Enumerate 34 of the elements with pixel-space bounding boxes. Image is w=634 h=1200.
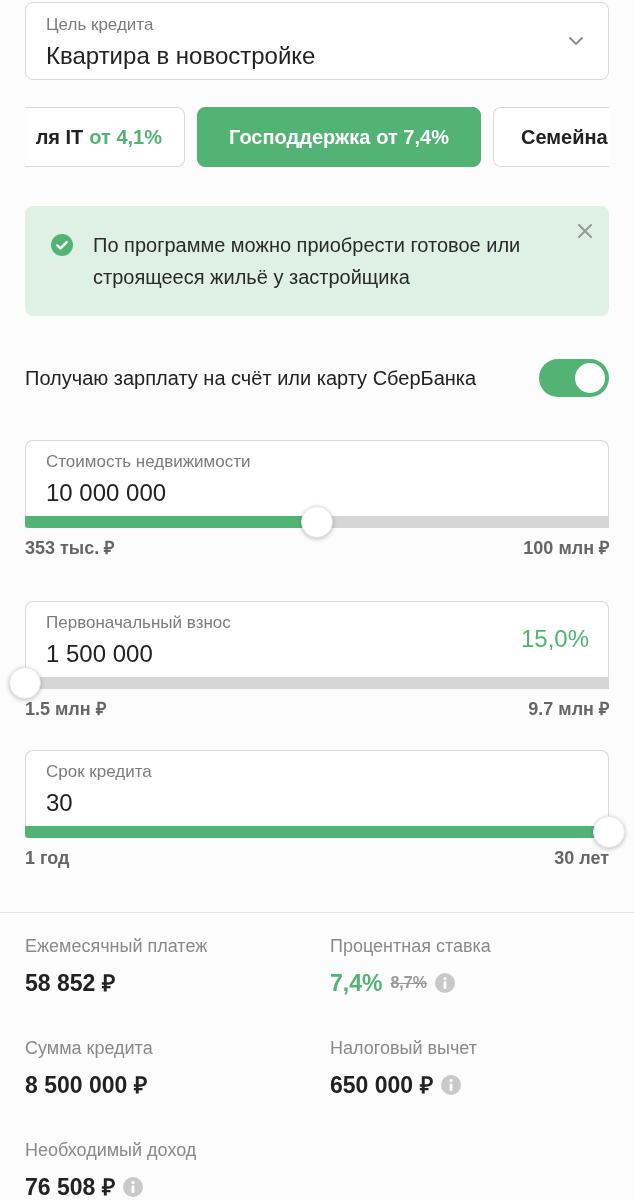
old-rate-value: 8,7%: [390, 973, 427, 993]
amount-field[interactable]: Стоимость недвижимости 10 000 000: [25, 440, 609, 506]
amount-field[interactable]: Срок кредита 30: [25, 750, 609, 816]
result-label: Налоговый вычет: [330, 1037, 478, 1060]
result-label: Ежемесячный платеж: [25, 935, 209, 958]
amount-field[interactable]: Первоначальный взнос 1 500 000 15,0%: [25, 601, 609, 667]
result-label: Сумма кредита: [25, 1037, 154, 1060]
result-value: 650 000 ₽: [330, 1071, 433, 1100]
result-value: 8 500 000 ₽: [25, 1071, 147, 1100]
toggle-switch[interactable]: [539, 359, 609, 397]
info-icon[interactable]: [434, 973, 455, 993]
result-label: Необходимый доход: [25, 1139, 198, 1162]
info-icon[interactable]: [122, 1177, 143, 1197]
range-min-label: 1 год: [25, 848, 70, 868]
range-max-label: 30 лет: [554, 848, 609, 868]
result-value: 7,4%: [330, 969, 383, 998]
slider-thumb[interactable]: [593, 816, 625, 848]
result-label: Процентная ставка: [330, 935, 492, 958]
result-value: 76 508 ₽: [25, 1173, 115, 1200]
result-value: 58 852 ₽: [25, 969, 115, 998]
info-icon[interactable]: [440, 1075, 461, 1095]
check-circle-icon: [51, 234, 73, 256]
program-tab[interactable]: ля IT от 4,1%: [25, 107, 185, 167]
notice-text: По программе можно приобрести готовое или строящееся жильё у застройщика: [93, 233, 522, 290]
purpose-select[interactable]: Цель кредита Квартира в новостройке: [25, 2, 609, 80]
range-max-label: 100 млн ₽: [523, 538, 609, 558]
range-min-label: 1.5 млн ₽: [25, 699, 106, 719]
range-max-label: 9.7 млн ₽: [528, 699, 609, 719]
slider-thumb[interactable]: [301, 506, 333, 538]
range-min-label: 353 тыс. ₽: [25, 538, 115, 558]
salary-toggle-label: Получаю зарплату на счёт или карту СберБанка: [25, 366, 477, 390]
down-payment-percent: 15,0%: [520, 625, 589, 653]
slider-thumb[interactable]: [9, 667, 41, 699]
program-tab[interactable]: Семейна: [493, 107, 609, 167]
